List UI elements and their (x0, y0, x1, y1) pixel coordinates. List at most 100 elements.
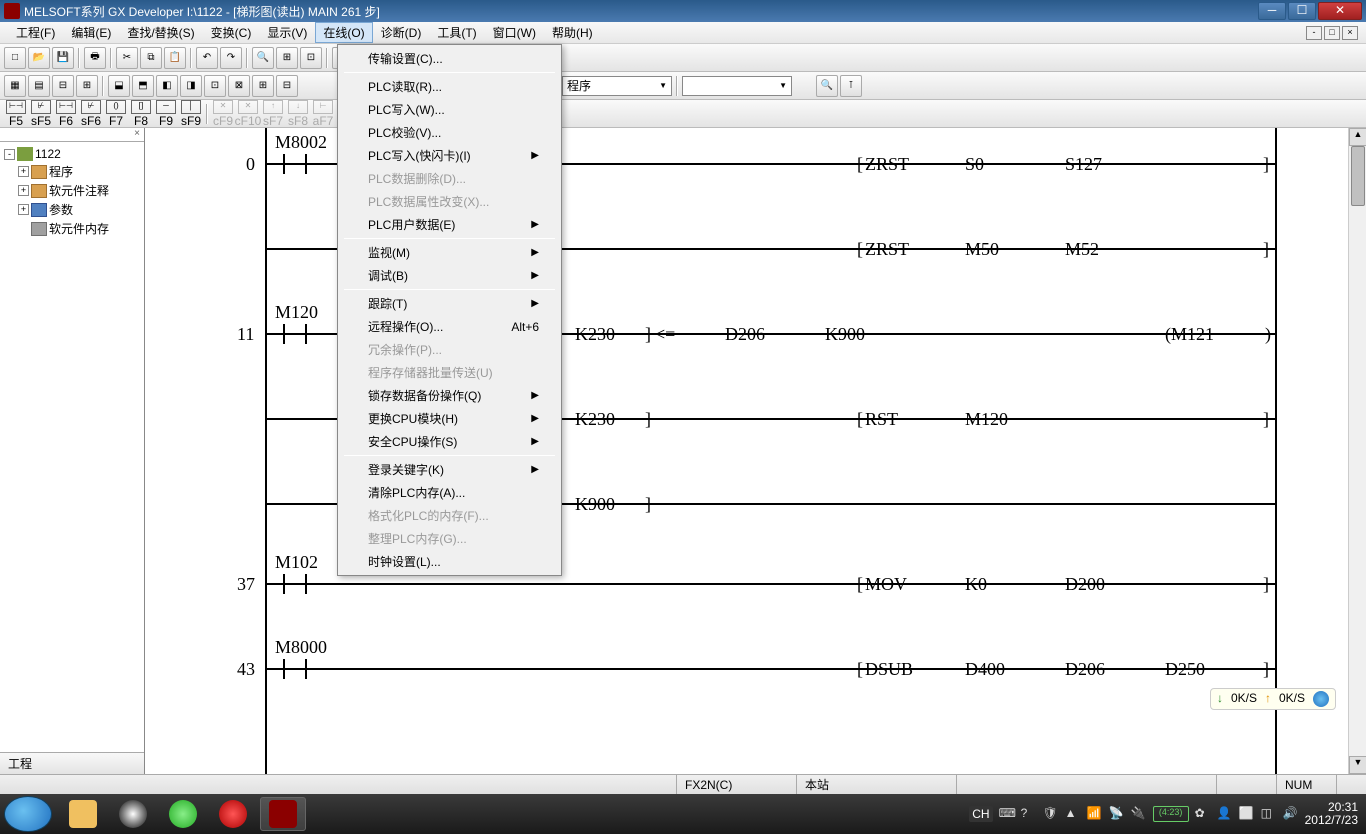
menu-9[interactable]: 帮助(H) (544, 22, 601, 43)
vertical-scrollbar[interactable]: ▲ ▼ (1348, 128, 1366, 774)
funckey-F7[interactable]: ()F7 (104, 100, 128, 128)
mdi-restore-button[interactable]: □ (1324, 26, 1340, 40)
menu-item-19[interactable]: 安全CPU操作(S)▶ (340, 430, 559, 453)
tool2-button-8[interactable]: ◨ (180, 75, 202, 97)
funckey-cF9[interactable]: ✕cF9 (211, 100, 235, 128)
sidebar-close-button[interactable]: × (0, 128, 144, 142)
funckey-sF8[interactable]: ↓sF8 (286, 100, 310, 128)
menu-1[interactable]: 编辑(E) (63, 22, 119, 43)
tool2-button-12[interactable]: ⊟ (276, 75, 298, 97)
menu-item-8[interactable]: PLC用户数据(E)▶ (340, 213, 559, 236)
tool2-button-4[interactable]: ⊞ (76, 75, 98, 97)
funckey-F8[interactable]: []F8 (129, 100, 153, 128)
tree-node-1[interactable]: +软元件注释 (18, 181, 140, 200)
volume-icon[interactable]: 🔊 (1283, 806, 1299, 822)
copy-button[interactable]: ⧉ (140, 47, 162, 69)
taskbar-gx[interactable] (260, 797, 306, 831)
undo-button[interactable]: ↶ (196, 47, 218, 69)
tree-expand-icon[interactable]: + (18, 204, 29, 215)
taskbar-clock[interactable]: 20:31 2012/7/23 (1305, 801, 1362, 827)
tray-icon-a[interactable]: ✿ (1195, 806, 1211, 822)
menu-3[interactable]: 变换(C) (203, 22, 260, 43)
tool-button-3[interactable]: ⊡ (300, 47, 322, 69)
menu-8[interactable]: 窗口(W) (485, 22, 544, 43)
battery-indicator[interactable]: (4:23) (1153, 806, 1189, 822)
menu-7[interactable]: 工具(T) (429, 22, 484, 43)
menu-item-22[interactable]: 清除PLC内存(A)... (340, 481, 559, 504)
ladder-canvas[interactable]: M80020[ZRSTS0S127][ZRSTM50M52]M12011K230… (145, 128, 1366, 774)
scroll-down-button[interactable]: ▼ (1349, 756, 1366, 774)
menu-item-11[interactable]: 调试(B)▶ (340, 264, 559, 287)
help-icon[interactable]: ? (1021, 806, 1037, 822)
menu-item-3[interactable]: PLC写入(W)... (340, 98, 559, 121)
scroll-up-button[interactable]: ▲ (1349, 128, 1366, 146)
keyboard-icon[interactable]: ⌨ (999, 806, 1015, 822)
funckey-F5[interactable]: ⊢⊣F5 (4, 100, 28, 128)
open-button[interactable]: 📂 (28, 47, 50, 69)
menu-6[interactable]: 诊断(D) (373, 22, 430, 43)
maximize-button[interactable]: ☐ (1288, 2, 1316, 20)
funckey-sF5[interactable]: ⊬sF5 (29, 100, 53, 128)
tree-node-3[interactable]: 软元件内存 (18, 219, 140, 238)
tree-node-2[interactable]: +参数 (18, 200, 140, 219)
menu-item-13[interactable]: 跟踪(T)▶ (340, 292, 559, 315)
scroll-thumb[interactable] (1351, 146, 1365, 206)
menu-item-10[interactable]: 监视(M)▶ (340, 241, 559, 264)
taskbar-qq[interactable] (110, 797, 156, 831)
start-button[interactable] (4, 796, 52, 832)
funckey-F9[interactable]: ─F9 (154, 100, 178, 128)
paste-button[interactable]: 📋 (164, 47, 186, 69)
tree-collapse-icon[interactable]: - (4, 149, 15, 160)
program-name-combo[interactable]: ▼ (682, 76, 792, 96)
menu-item-25[interactable]: 时钟设置(L)... (340, 550, 559, 573)
project-tree[interactable]: - 1122 +程序+软元件注释+参数软元件内存 (0, 142, 144, 752)
signal-icon[interactable]: 📶 (1087, 806, 1103, 822)
tree-root-node[interactable]: - 1122 (4, 146, 140, 162)
tool2-button-11[interactable]: ⊞ (252, 75, 274, 97)
taskbar-opera[interactable] (210, 797, 256, 831)
funckey-cF10[interactable]: ✕cF10 (236, 100, 260, 128)
shield-icon[interactable]: 🛡 (1043, 806, 1059, 822)
find-button[interactable]: 🔍 (252, 47, 274, 69)
funckey-sF7[interactable]: ↑sF7 (261, 100, 285, 128)
cut-button[interactable]: ✂ (116, 47, 138, 69)
menu-item-5[interactable]: PLC写入(快闪卡)(I)▶ (340, 144, 559, 167)
funckey-F6[interactable]: ⊢⊣F6 (54, 100, 78, 128)
menu-item-0[interactable]: 传输设置(C)... (340, 47, 559, 70)
tool-button-2[interactable]: ⊞ (276, 47, 298, 69)
menu-item-2[interactable]: PLC读取(R)... (340, 75, 559, 98)
print-button[interactable]: 🖶 (84, 47, 106, 69)
minimize-button[interactable]: ─ (1258, 2, 1286, 20)
menu-item-18[interactable]: 更换CPU模块(H)▶ (340, 407, 559, 430)
tool2-button-14[interactable]: ⊺ (840, 75, 862, 97)
funckey-sF9[interactable]: │sF9 (179, 100, 203, 128)
redo-button[interactable]: ↷ (220, 47, 242, 69)
menu-4[interactable]: 显示(V) (259, 22, 315, 43)
menu-5[interactable]: 在线(O) (315, 22, 372, 43)
tool2-button-7[interactable]: ◧ (156, 75, 178, 97)
program-type-combo[interactable]: 程序▼ (562, 76, 672, 96)
funckey-aF7[interactable]: ⊢aF7 (311, 100, 335, 128)
ie-icon[interactable] (1313, 691, 1329, 707)
tool2-button-9[interactable]: ⊡ (204, 75, 226, 97)
tray-icon-d[interactable]: ◫ (1261, 806, 1277, 822)
new-button[interactable]: □ (4, 47, 26, 69)
language-indicator[interactable]: CH (969, 806, 992, 822)
tray-up-icon[interactable]: ▲ (1065, 806, 1081, 822)
sidebar-tab-project[interactable]: 工程 (0, 752, 144, 774)
tool2-button-1[interactable]: ▦ (4, 75, 26, 97)
mdi-close-button[interactable]: × (1342, 26, 1358, 40)
taskbar-explorer[interactable] (60, 797, 106, 831)
menu-item-21[interactable]: 登录关键字(K)▶ (340, 458, 559, 481)
close-button[interactable]: ✕ (1318, 2, 1362, 20)
menu-0[interactable]: 工程(F) (8, 22, 63, 43)
wifi-icon[interactable]: 📡 (1109, 806, 1125, 822)
tray-icon-c[interactable]: ⬜ (1239, 806, 1255, 822)
tree-expand-icon[interactable]: + (18, 185, 29, 196)
power-icon[interactable]: 🔌 (1131, 806, 1147, 822)
tool2-button-10[interactable]: ⊠ (228, 75, 250, 97)
menu-item-14[interactable]: 远程操作(O)...Alt+6 (340, 315, 559, 338)
tool2-button-2[interactable]: ▤ (28, 75, 50, 97)
menu-item-4[interactable]: PLC校验(V)... (340, 121, 559, 144)
tool2-button-5[interactable]: ⬓ (108, 75, 130, 97)
